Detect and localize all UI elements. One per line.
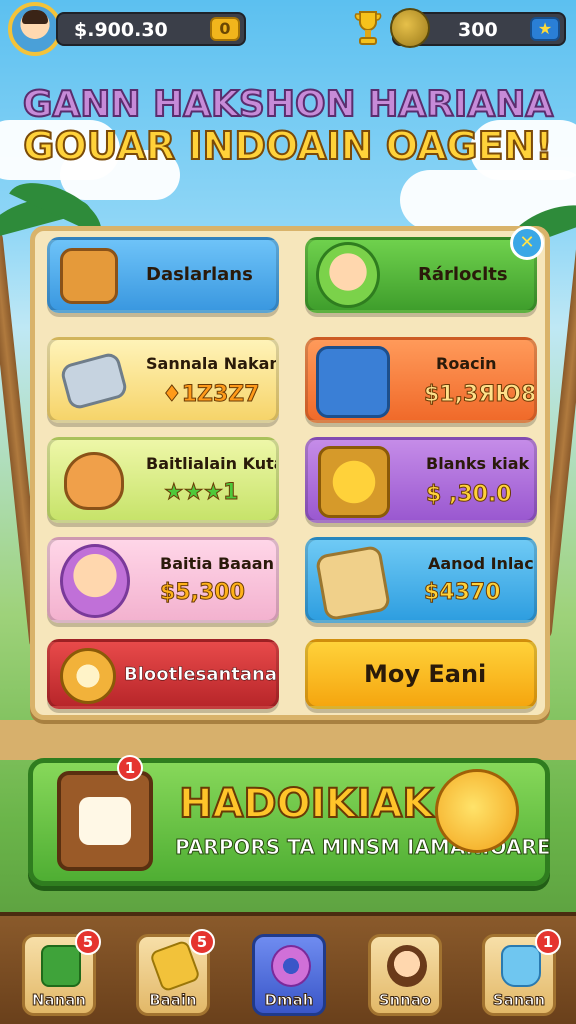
promo-banner[interactable]: 1 HADOIKIAK PARPORS TA MINSM IAMANIOARE [28, 755, 551, 886]
coin-value: $.900.30 [74, 19, 168, 41]
title-line-1: GANN HAKSHON HARIANA [22, 83, 554, 126]
card-value: $4370 [424, 580, 502, 606]
character-avatar-icon [316, 242, 380, 308]
card-label: Moy Eani [364, 660, 487, 688]
card-baitia-baaan[interactable]: Baitia Baaan $5,300 [47, 537, 279, 623]
bowl-icon [64, 452, 124, 510]
card-label: Sannala Nakan [146, 354, 279, 373]
nav-label: Snnao [378, 991, 432, 1010]
card-value: ★★★1 [163, 480, 239, 506]
chest-robot-icon [57, 771, 153, 871]
card-label: Blootlesantana [124, 664, 277, 686]
gear-icon [60, 648, 116, 704]
ticket-icon [59, 351, 129, 411]
sun-icon [435, 769, 519, 853]
scroll-icon [314, 544, 392, 620]
card-value: $1,3ЯЮ8 [423, 382, 537, 408]
gem-icon [390, 8, 430, 48]
card-rarloclts[interactable]: Rárloclts [305, 237, 537, 313]
backpack-icon [60, 248, 118, 304]
coin-counter: $.900.30 0 [56, 12, 246, 46]
card-aanod-inlacian[interactable]: Aanod Inlacian $4370 [305, 537, 537, 623]
card-blanks-kiak[interactable]: Blanks kiak $ ,30.0 [305, 437, 537, 523]
treasure-icon [318, 446, 390, 518]
rocket-icon [316, 346, 390, 418]
nav-label: Nanan [31, 991, 87, 1010]
card-sannala-nakan[interactable]: Sannala Nakan ♦1Z3Z7 [47, 337, 279, 423]
card-baitlialain-kutan[interactable]: Baitlialain Kutan ★★★1 [47, 437, 279, 523]
card-label: Blanks kiak [426, 454, 530, 473]
nav-item-dmah[interactable]: Dmah [252, 934, 326, 1016]
add-coins-button[interactable]: 0 [210, 17, 240, 41]
nav-item-snnao[interactable]: Snnao [368, 934, 442, 1016]
bottom-nav: Nanan 5 Baain 5 Dmah Snnao Sanan 1 [0, 912, 576, 1024]
card-label: Rárloclts [418, 264, 508, 285]
card-daslarlans[interactable]: Daslarlans [47, 237, 279, 313]
notification-badge: 5 [189, 929, 215, 955]
card-roacin[interactable]: Roacin $1,3ЯЮ8 [305, 337, 537, 423]
nav-label: Baain [149, 991, 198, 1010]
nav-item-sanan[interactable]: Sanan 1 [482, 929, 561, 1016]
character-avatar-icon [387, 945, 427, 987]
star-icon[interactable]: ★ [530, 17, 560, 41]
card-value: $5,300 [160, 580, 246, 606]
card-moy-eani[interactable]: Moy Eani [305, 639, 537, 709]
card-value: $ ,30.0 [426, 482, 513, 508]
character-portrait-icon [60, 544, 130, 618]
house-icon [41, 945, 81, 987]
card-label: Roacin [436, 354, 497, 373]
trophy-icon[interactable] [352, 8, 384, 48]
card-value: ♦1Z3Z7 [162, 382, 261, 408]
nav-label: Dmah [264, 991, 314, 1010]
banner-title: HADOIKIAK [178, 780, 434, 828]
title-line-2: GOUAR INDOAIN OAGEN! [22, 123, 553, 169]
ground-path [0, 720, 576, 760]
notification-badge: 5 [75, 929, 101, 955]
card-label: Daslarlans [146, 264, 253, 285]
nav-label: Sanan [492, 991, 546, 1010]
nav-item-baain[interactable]: Baain 5 [136, 929, 215, 1016]
close-icon[interactable]: ✕ [510, 226, 544, 260]
notification-badge: 1 [535, 929, 561, 955]
menu-panel: Daslarlans Rárloclts Sannala Nakan ♦1Z3Z… [30, 226, 550, 720]
gem-value: 300 [458, 19, 498, 41]
gem-counter: 300 ★ [390, 8, 566, 48]
jar-icon [501, 945, 541, 987]
top-bar: $.900.30 0 300 ★ [0, 0, 576, 58]
card-label: Baitlialain Kutan [146, 454, 276, 473]
card-blootlesantana[interactable]: Blootlesantana [47, 639, 279, 709]
portal-icon [271, 945, 311, 987]
player-avatar[interactable] [8, 2, 62, 56]
nav-item-nanan[interactable]: Nanan 5 [22, 929, 101, 1016]
notification-badge: 1 [117, 755, 143, 781]
card-label: Baitia Baaan [160, 554, 274, 573]
card-label: Aanod Inlacian [428, 554, 534, 573]
